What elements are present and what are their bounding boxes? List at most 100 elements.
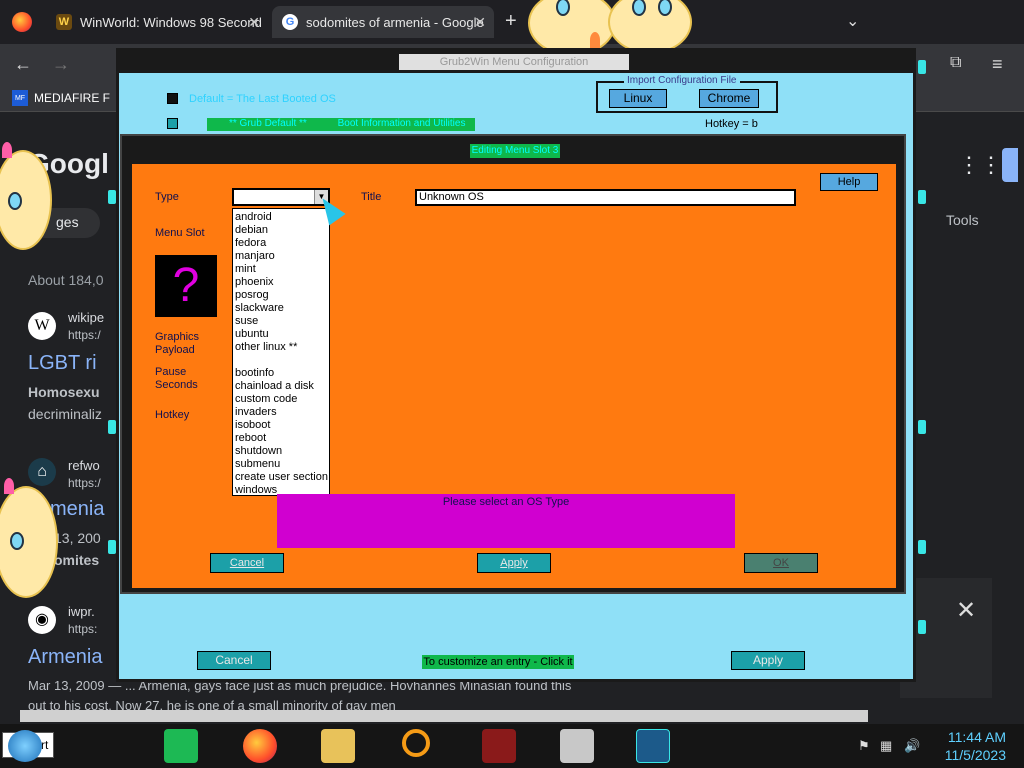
google-icon: G (282, 14, 298, 30)
os-type-option[interactable]: other linux ** (233, 341, 329, 354)
grub-default-row[interactable]: ** Grub Default ** Boot Information and … (207, 118, 475, 131)
frame-ornament (918, 620, 926, 634)
system-clock[interactable]: 11:44 AM 11/5/2023 (938, 728, 1006, 764)
tab-google-search[interactable]: G sodomites of armenia - Google ✕ (272, 6, 494, 38)
mediafire-icon: MF (12, 90, 28, 106)
frame-ornament (108, 420, 116, 434)
network-icon[interactable]: ▦ (880, 738, 892, 754)
customize-hint: To customize an entry - Click it (422, 655, 574, 669)
result-site: wikipe (68, 310, 105, 325)
forward-arrow-icon[interactable]: → (52, 54, 70, 75)
eye-shape (8, 192, 22, 210)
result-url[interactable]: https:/ (68, 476, 101, 490)
os-type-option[interactable]: shutdown (233, 445, 329, 458)
os-type-option[interactable]: fedora (233, 237, 329, 250)
bookmark-mediafire[interactable]: MF MEDIAFIRE F (12, 90, 110, 106)
back-arrow-icon[interactable]: ← (14, 54, 32, 75)
start-orb-icon[interactable] (8, 730, 42, 762)
os-type-option[interactable]: mint (233, 263, 329, 276)
close-tab-icon[interactable]: ✕ (248, 14, 260, 31)
tools-button[interactable]: Tools (946, 212, 979, 228)
volume-icon[interactable]: 🔊 (904, 738, 920, 754)
eye-shape (658, 0, 672, 16)
grub2win-app-icon[interactable] (636, 729, 670, 763)
ok-button[interactable]: OK (744, 553, 818, 573)
import-chrome-button[interactable]: Chrome (699, 89, 759, 108)
close-icon[interactable]: ✕ (956, 596, 976, 625)
main-cancel-button[interactable]: Cancel (197, 651, 271, 670)
help-button[interactable]: Help (820, 173, 878, 191)
os-type-option[interactable]: slackware (233, 302, 329, 315)
result-site: refwo (68, 458, 100, 473)
result-title[interactable]: Armenia (28, 646, 102, 669)
os-type-dropdown-list[interactable]: android debian fedora manjaro mint phoenix pos… (232, 208, 330, 496)
os-type-option[interactable]: suse (233, 315, 329, 328)
apply-button[interactable]: Apply (477, 553, 551, 573)
installer-app-icon[interactable] (560, 729, 594, 763)
close-tab-icon[interactable]: ✕ (474, 14, 486, 31)
menu-icon[interactable]: ≡ (992, 54, 1003, 75)
extensions-icon[interactable]: ⧉ (950, 54, 961, 72)
os-type-option[interactable]: invaders (233, 406, 329, 419)
result-stats: About 184,0 (28, 272, 104, 288)
main-apply-button[interactable]: Apply (731, 651, 805, 670)
tab-winworld[interactable]: W WinWorld: Windows 98 Second ✕ (46, 6, 268, 38)
new-tab-icon[interactable]: + (505, 10, 517, 33)
os-type-option[interactable]: chainload a disk (233, 380, 329, 393)
os-type-option[interactable]: submenu (233, 458, 329, 471)
frame-ornament (918, 420, 926, 434)
horn-shape (4, 478, 14, 494)
hotkey-label: Hotkey (155, 409, 190, 421)
boot-info-label: Boot Information and Utilities (337, 118, 466, 129)
grub-default-label: ** Grub Default ** (229, 118, 307, 129)
tab-title: sodomites of armenia - Google (306, 14, 484, 30)
firefox-logo-icon[interactable] (12, 12, 32, 32)
game-app-icon[interactable] (482, 729, 516, 763)
os-type-option[interactable]: reboot (233, 432, 329, 445)
default-checkbox[interactable] (167, 93, 178, 104)
file-explorer-icon[interactable] (321, 729, 355, 763)
horizontal-scrollbar[interactable] (20, 710, 868, 722)
spotify-icon[interactable] (164, 729, 198, 763)
hotkey-label: Hotkey = b (705, 118, 758, 130)
os-type-option[interactable]: custom code (233, 393, 329, 406)
result-snippet: omites (54, 552, 100, 568)
sign-in-button[interactable] (1002, 148, 1018, 182)
os-type-option[interactable]: bootinfo (233, 367, 329, 380)
os-type-option[interactable]: posrog (233, 289, 329, 302)
browser-tab-bar: W WinWorld: Windows 98 Second ✕ G sodomi… (0, 0, 1024, 44)
import-linux-button[interactable]: Linux (609, 89, 667, 108)
os-type-option[interactable]: phoenix (233, 276, 329, 289)
flag-icon[interactable]: ⚑ (858, 738, 870, 754)
result-title[interactable]: menia (50, 498, 104, 521)
graphics-payload-label: Graphics Payload (155, 331, 200, 356)
search-magnifier-icon[interactable] (402, 729, 430, 757)
title-input[interactable]: Unknown OS (415, 189, 796, 206)
os-type-option[interactable]: create user section (233, 471, 329, 484)
os-type-option[interactable]: android (233, 211, 329, 224)
grub-default-checkbox[interactable] (167, 118, 178, 129)
status-message: Please select an OS Type (277, 494, 735, 548)
import-config-label: Import Configuration File (624, 75, 740, 86)
horn-shape (2, 142, 12, 158)
result-snippet: 13, 200 (54, 530, 101, 546)
result-url[interactable]: https: (68, 622, 97, 636)
result-url[interactable]: https:/ (68, 328, 101, 342)
default-entry-text[interactable]: Default = The Last Booted OS (189, 93, 336, 105)
wikipedia-icon: W (28, 312, 56, 340)
os-image-placeholder[interactable]: ? (155, 255, 217, 317)
os-type-option[interactable]: manjaro (233, 250, 329, 263)
iwpr-icon: ◉ (28, 606, 56, 634)
apps-grid-icon[interactable]: ⋮⋮ (958, 152, 1002, 178)
horn-shape (590, 32, 600, 48)
os-type-option[interactable]: debian (233, 224, 329, 237)
frame-ornament (918, 190, 926, 204)
cancel-button[interactable]: Cancel (210, 553, 284, 573)
firefox-icon[interactable] (243, 729, 277, 763)
os-type-option[interactable]: isoboot (233, 419, 329, 432)
window-titlebar[interactable]: Grub2Win Menu Configuration (119, 51, 913, 73)
result-title[interactable]: LGBT ri (28, 352, 97, 375)
os-type-option[interactable]: ubuntu (233, 328, 329, 341)
result-snippet: decriminaliz (28, 406, 102, 422)
chevron-down-icon[interactable]: ⌄ (846, 11, 859, 31)
